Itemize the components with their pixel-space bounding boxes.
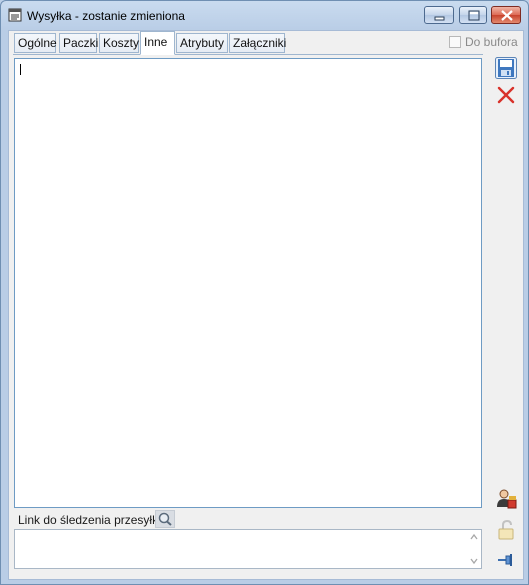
save-button[interactable] [494,56,518,80]
padlock-icon [498,519,514,540]
close-window-button[interactable] [491,6,521,24]
magnifier-link-icon [158,512,172,526]
text-caret [20,64,21,75]
lock-button[interactable] [494,518,518,542]
close-icon [501,10,513,21]
tracking-link-field[interactable] [14,529,482,569]
tab-ogolne[interactable]: Ogólne [14,33,57,53]
pin-icon [498,554,512,566]
minimize-button[interactable] [424,6,454,24]
app-document-icon [8,8,22,22]
tab-inne[interactable]: Inne [140,31,175,55]
tab-zalaczniki[interactable]: Załączniki [229,33,286,53]
minimize-icon [434,16,445,21]
window-title: Wysyłka - zostanie zmieniona [27,9,185,23]
dialog-body: Ogólne Paczki Koszty Inne Atrybuty Załąc… [8,30,524,580]
user-permissions-button[interactable] [494,487,518,511]
cancel-x-icon [497,86,515,104]
tracking-link-label: Link do śledzenia przesyłki: [18,513,165,527]
maximize-icon [468,10,480,21]
notes-textarea[interactable] [14,58,482,508]
tab-atrybuty[interactable]: Atrybuty [176,33,228,53]
pin-button[interactable] [494,548,518,572]
user-permissions-icon [497,489,517,509]
tab-koszty[interactable]: Koszty [99,33,139,53]
scroll-arrows-icon [470,533,478,565]
window: Wysyłka - zostanie zmieniona Ogólne Pacz… [0,0,529,585]
do-bufora-checkbox[interactable] [449,36,461,48]
tab-paczki[interactable]: Paczki [59,33,98,53]
maximize-button[interactable] [459,6,487,24]
tab-strip-divider [13,54,483,55]
open-link-button[interactable] [155,510,175,528]
link-field-scrollbar[interactable] [469,532,479,566]
cancel-button[interactable] [494,83,518,107]
title-bar[interactable]: Wysyłka - zostanie zmieniona [1,1,528,31]
do-bufora-label: Do bufora [465,35,518,49]
save-disk-icon [495,57,517,79]
